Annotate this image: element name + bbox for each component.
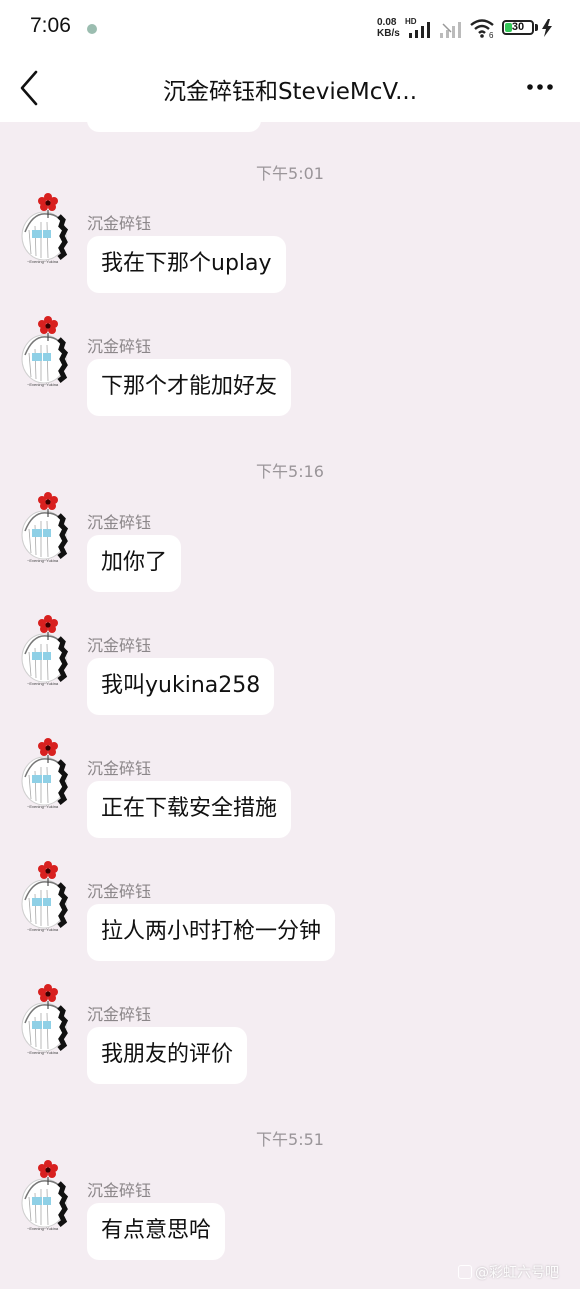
- battery-cap: [535, 24, 538, 31]
- title-bar: 沉金碎钰和StevieMcV...: [0, 58, 580, 122]
- avatar[interactable]: ~Evening~Yukina: [17, 313, 75, 391]
- signal-icon: [409, 22, 430, 38]
- svg-text:~Evening~Yukina: ~Evening~Yukina: [27, 1226, 59, 1231]
- message-bubble[interactable]: 我朋友的评价: [87, 1027, 248, 1084]
- timestamp: 下午5:01: [256, 164, 324, 183]
- charging-icon: [542, 19, 552, 37]
- avatar[interactable]: ~Evening~Yukina: [17, 981, 75, 1059]
- battery-icon: 30: [502, 20, 534, 35]
- avatar[interactable]: ~Evening~Yukina: [17, 735, 75, 813]
- message-bubble[interactable]: 有点意思哈: [87, 1203, 226, 1260]
- svg-text:~Evening~Yukina: ~Evening~Yukina: [27, 382, 59, 387]
- wifi-sub-label: 6: [489, 31, 494, 39]
- message-bubble[interactable]: 正在下载安全措施: [87, 781, 292, 838]
- svg-text:~Evening~Yukina: ~Evening~Yukina: [27, 681, 59, 686]
- avatar-image: ~Evening~Yukina: [17, 313, 75, 391]
- camera-icon: [458, 1265, 472, 1279]
- message-bubble[interactable]: 拉人两小时打枪一分钟: [87, 904, 336, 961]
- status-bar: 7:06 0.08 KB/s HD 6 30: [0, 0, 580, 58]
- message-item: ~Evening~Yukina 沉金碎钰 我在下那个uplay: [0, 190, 580, 310]
- sender-name: 沉金碎钰: [87, 1005, 152, 1024]
- avatar-image: ~Evening~Yukina: [17, 190, 75, 268]
- sender-name: 沉金碎钰: [87, 337, 152, 356]
- network-speed-value: 0.08: [377, 17, 397, 28]
- app-notification-icon: [87, 24, 97, 34]
- svg-text:~Evening~Yukina: ~Evening~Yukina: [27, 804, 59, 809]
- avatar-image: ~Evening~Yukina: [17, 981, 75, 1059]
- sender-name: 沉金碎钰: [87, 214, 152, 233]
- back-button[interactable]: [14, 68, 50, 108]
- message-bubble[interactable]: 下那个才能加好友: [87, 359, 292, 416]
- message-item: ~Evening~Yukina 沉金碎钰 我朋友的评价: [0, 981, 580, 1101]
- watermark-text: @彩虹六号吧: [475, 1265, 559, 1281]
- more-button[interactable]: [520, 72, 560, 102]
- sender-name: 沉金碎钰: [87, 1181, 152, 1200]
- message-item: ~Evening~Yukina 沉金碎钰 下那个才能加好友: [0, 313, 580, 433]
- timestamp: 下午5:51: [256, 1130, 324, 1149]
- status-time: 7:06: [30, 14, 71, 37]
- avatar-image: ~Evening~Yukina: [17, 489, 75, 567]
- svg-text:~Evening~Yukina: ~Evening~Yukina: [27, 927, 59, 932]
- network-speed-unit: KB/s: [377, 28, 400, 39]
- svg-text:~Evening~Yukina: ~Evening~Yukina: [27, 558, 59, 563]
- network-speed: 0.08 KB/s HD: [377, 17, 417, 39]
- wifi-icon: 6: [470, 19, 494, 39]
- sender-name: 沉金碎钰: [87, 513, 152, 532]
- avatar-image: ~Evening~Yukina: [17, 735, 75, 813]
- chevron-left-icon: [20, 70, 38, 106]
- chat-title: 沉金碎钰和StevieMcV...: [162, 79, 418, 105]
- message-item: ~Evening~Yukina 沉金碎钰 拉人两小时打枪一分钟: [0, 858, 580, 978]
- message-bubble[interactable]: 我在下那个uplay: [87, 236, 286, 293]
- message-item: ~Evening~Yukina 沉金碎钰 有点意思哈: [0, 1157, 580, 1277]
- chat-area[interactable]: 下午5:01 ~Evening~Yukina 沉金碎钰 我在下那个uplay ~…: [0, 122, 580, 1289]
- avatar[interactable]: ~Evening~Yukina: [17, 1157, 75, 1235]
- avatar-image: ~Evening~Yukina: [17, 1157, 75, 1235]
- message-item: ~Evening~Yukina 沉金碎钰 我叫yukina258: [0, 612, 580, 732]
- sender-name: 沉金碎钰: [87, 636, 152, 655]
- message-item: ~Evening~Yukina 沉金碎钰 正在下载安全措施: [0, 735, 580, 855]
- avatar[interactable]: ~Evening~Yukina: [17, 858, 75, 936]
- avatar-image: ~Evening~Yukina: [17, 612, 75, 690]
- svg-text:~Evening~Yukina: ~Evening~Yukina: [27, 1050, 59, 1055]
- sender-name: 沉金碎钰: [87, 759, 152, 778]
- battery-percent: 30: [511, 21, 525, 33]
- avatar-image: ~Evening~Yukina: [17, 858, 75, 936]
- sender-name: 沉金碎钰: [87, 882, 152, 901]
- avatar[interactable]: ~Evening~Yukina: [17, 190, 75, 268]
- timestamp: 下午5:16: [256, 462, 324, 481]
- avatar[interactable]: ~Evening~Yukina: [17, 612, 75, 690]
- message-item: ~Evening~Yukina 沉金碎钰 加你了: [0, 489, 580, 609]
- message-bubble[interactable]: 我叫yukina258: [87, 658, 275, 715]
- watermark: @彩虹六号吧: [458, 1262, 559, 1282]
- svg-text:~Evening~Yukina: ~Evening~Yukina: [27, 259, 59, 264]
- signal-icon: [440, 22, 461, 38]
- message-bubble[interactable]: 加你了: [87, 535, 182, 592]
- message-bubble-partial: [87, 122, 261, 132]
- more-dots-icon: [527, 84, 553, 90]
- avatar[interactable]: ~Evening~Yukina: [17, 489, 75, 567]
